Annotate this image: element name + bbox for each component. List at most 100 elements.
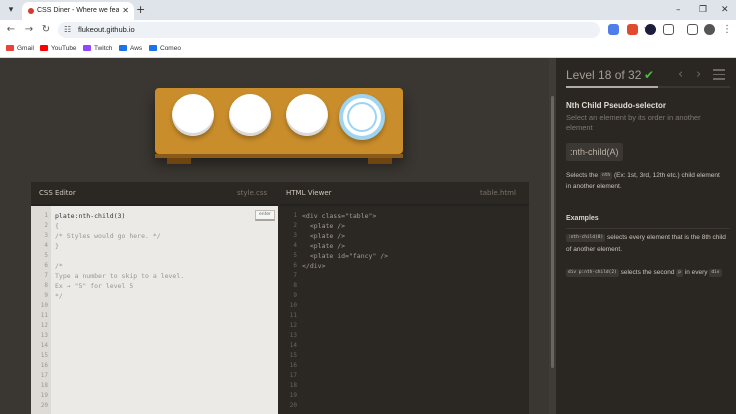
scrollbar-thumb[interactable]: [551, 96, 554, 368]
hint-subtitle: Select an element by its order in anothe…: [566, 113, 701, 132]
line-number: 1: [293, 212, 297, 219]
line-number: 14: [40, 342, 48, 349]
css-line-8: Ex → "5" for level 5: [55, 282, 134, 290]
line-number: 13: [40, 332, 48, 339]
line-number: 3: [293, 232, 297, 239]
line-number: 17: [40, 372, 48, 379]
browser-menu-icon[interactable]: ⋮: [720, 23, 734, 37]
extension-dark-icon[interactable]: [645, 24, 656, 35]
plate[interactable]: [172, 94, 214, 136]
bookmarks-bar: Gmail YouTube Twitch Aws Comeo: [0, 40, 736, 58]
bookmark-label: YouTube: [51, 45, 77, 52]
line-number: 15: [289, 352, 297, 359]
profile-avatar-icon[interactable]: [704, 24, 715, 35]
browser-tab[interactable]: CSS Diner - Where we feast on ✕: [22, 2, 134, 20]
line-number: 3: [44, 232, 48, 239]
line-number: 10: [289, 302, 297, 309]
comeo-icon: [149, 45, 157, 52]
maximize-icon[interactable]: ❐: [699, 3, 707, 17]
bookmark-label: Twitch: [94, 45, 113, 52]
level-indicator: Level 18 of 32: [566, 68, 642, 82]
forward-icon[interactable]: →: [22, 23, 36, 37]
css-editor-title: CSS Editor: [39, 189, 76, 197]
url-text[interactable]: flukeout.github.io: [78, 24, 135, 36]
bookmark-aws[interactable]: Aws: [119, 42, 142, 55]
new-tab-button[interactable]: +: [136, 3, 145, 17]
enter-button[interactable]: enter: [255, 210, 275, 221]
line-number: 7: [44, 272, 48, 279]
bookmark-label: Gmail: [17, 45, 34, 52]
site-info-icon[interactable]: ☷: [64, 25, 74, 35]
line-number: 16: [40, 362, 48, 369]
fancy-plate[interactable]: [339, 94, 385, 140]
level-sidebar: Level 18 of 32 ✔ ‹ › Nth Child Pseudo-se…: [556, 58, 736, 414]
desc-text: Selects the: [566, 172, 599, 179]
css-diner-favicon-icon: [28, 8, 34, 14]
translate-extension-icon[interactable]: [608, 24, 619, 35]
desc-tag: nth: [599, 172, 613, 180]
line-number: 18: [40, 382, 48, 389]
line-number: 16: [289, 362, 297, 369]
css-editor-header: CSS Editor style.css: [31, 182, 278, 206]
extension-red-icon[interactable]: [627, 24, 638, 35]
line-number: 2: [44, 222, 48, 229]
bookmark-comeo[interactable]: Comeo: [149, 42, 181, 55]
css-line-3: /* Styles would go here. */: [55, 232, 161, 240]
html-line-4[interactable]: <plate />: [302, 241, 345, 251]
bookmark-twitch[interactable]: Twitch: [83, 42, 112, 55]
line-number: 6: [44, 262, 48, 269]
html-filename: table.html: [480, 189, 516, 197]
css-line-numbers: 1 2 3 4 5 6 7 8 9 10 11 12 13 14 15 16 17 18 19 20: [31, 206, 51, 414]
line-number: 8: [293, 282, 297, 289]
html-line-1[interactable]: <div class="table">: [302, 211, 376, 221]
example-tag: div: [709, 269, 722, 277]
next-level-icon[interactable]: ›: [696, 66, 701, 84]
plate[interactable]: [286, 94, 328, 136]
line-number: 12: [40, 322, 48, 329]
html-line-3[interactable]: <plate />: [302, 231, 345, 241]
bookmark-youtube[interactable]: YouTube: [40, 42, 77, 55]
line-number: 19: [289, 392, 297, 399]
css-line-2: {: [55, 222, 59, 230]
line-number: 9: [293, 292, 297, 299]
example-1: :nth-child(8) selects every element that…: [566, 232, 728, 256]
plate[interactable]: [229, 94, 271, 136]
example-2: div p:nth-child(2) selects the second p …: [566, 267, 728, 279]
reload-icon[interactable]: ↻: [39, 23, 53, 37]
css-line-7: Type a number to skip to a level.: [55, 272, 185, 280]
html-line-6[interactable]: </div>: [302, 261, 325, 271]
game-area: CSS Editor style.css HTML Viewer table.h…: [0, 58, 556, 414]
line-number: 18: [289, 382, 297, 389]
line-number: 14: [289, 342, 297, 349]
html-line-5[interactable]: <plate id="fancy" />: [302, 251, 388, 261]
back-icon[interactable]: ←: [4, 23, 18, 37]
examples-title: Examples: [566, 215, 599, 222]
bookmark-label: Aws: [130, 45, 143, 52]
tab-search-icon[interactable]: ▾: [4, 3, 18, 17]
line-number: 11: [40, 312, 48, 319]
side-panel-icon[interactable]: [687, 24, 698, 35]
hint-description: Selects the nth (Ex: 1st, 3rd, 12th etc.…: [566, 170, 726, 192]
tab-title: CSS Diner - Where we feast on: [37, 7, 119, 14]
tab-close-icon[interactable]: ✕: [122, 5, 129, 17]
line-number: 10: [40, 302, 48, 309]
minimize-icon[interactable]: –: [676, 3, 681, 17]
tab-strip: ▾ CSS Diner - Where we feast on ✕ + – ❐ …: [0, 0, 736, 20]
address-bar[interactable]: ☷ flukeout.github.io ☆: [58, 22, 652, 38]
line-number: 8: [44, 282, 48, 289]
level-menu-icon[interactable]: [713, 69, 725, 80]
example-code: :nth-child(8): [566, 234, 606, 242]
line-number: 7: [293, 272, 297, 279]
css-selector-input[interactable]: [55, 211, 255, 221]
table-leg: [167, 158, 191, 164]
css-editor: 1234567891011121314151617181920 enter { …: [31, 206, 278, 414]
line-number: 1: [44, 212, 48, 219]
bookmark-gmail[interactable]: Gmail: [6, 42, 34, 55]
gmail-icon: [6, 45, 14, 52]
window-close-icon[interactable]: ✕: [721, 3, 729, 17]
extensions-puzzle-icon[interactable]: [663, 24, 674, 35]
previous-level-icon[interactable]: ‹: [678, 66, 683, 84]
line-number: 13: [289, 332, 297, 339]
level-progress: [566, 86, 730, 88]
html-line-2[interactable]: <plate />: [302, 221, 345, 231]
